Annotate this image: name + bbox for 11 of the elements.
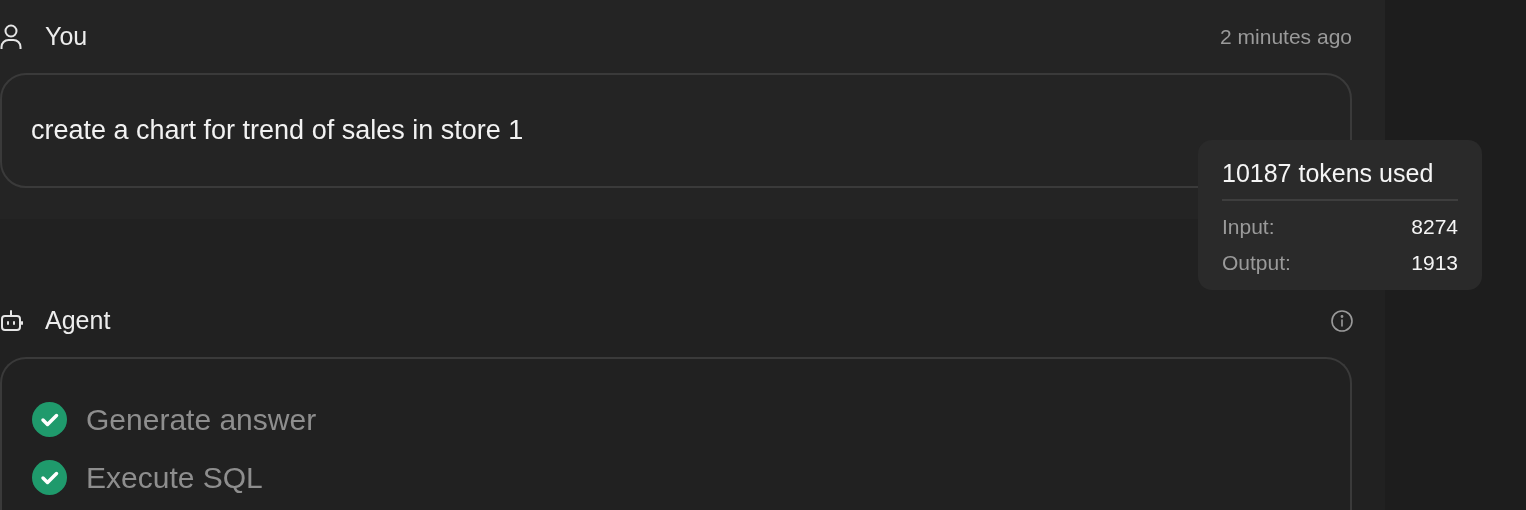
token-label: Output: xyxy=(1222,250,1291,276)
step-label: Generate answer xyxy=(86,402,317,438)
step-label: Execute SQL xyxy=(86,460,263,496)
token-count: 1913 xyxy=(1411,250,1458,276)
timestamp: 2 minutes ago xyxy=(1220,23,1352,50)
author-name: Agent xyxy=(45,305,111,337)
tooltip-title: 10187 tokens used xyxy=(1222,158,1458,201)
token-label: Input: xyxy=(1222,214,1275,240)
token-count: 8274 xyxy=(1411,214,1458,240)
author-name: You xyxy=(45,20,88,52)
message-text: create a chart for trend of sales in store 1 xyxy=(31,114,524,148)
